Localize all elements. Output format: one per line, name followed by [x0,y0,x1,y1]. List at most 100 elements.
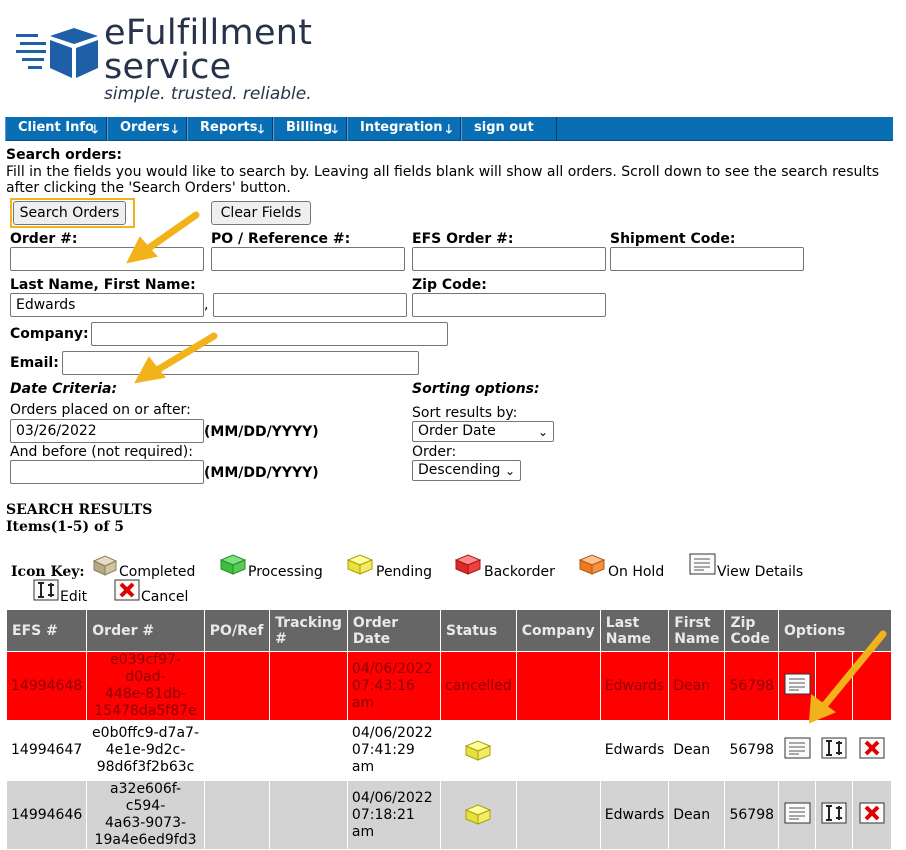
edit-tools-icon[interactable] [821,802,847,824]
efs-order-input[interactable] [412,247,606,271]
col-last-name[interactable]: Last Name [599,609,670,652]
view-details-cell [778,720,817,781]
pending-box-icon [346,554,374,575]
col-po-ref[interactable]: PO/Ref [203,609,271,652]
nav-billing[interactable]: Billing 🡓 [273,117,347,141]
col-zip[interactable]: Zip Code [724,609,780,652]
nav-integration[interactable]: Integration 🡓 [347,117,461,141]
icon-key-pending: Pending [376,564,432,580]
pending-box-icon [465,804,492,825]
icon-key-backorder: Backorder [484,564,555,580]
col-order[interactable]: Order # [86,609,205,652]
table-row: 14994646 a32e606f-c594- 4a63-9073- 19a4e… [5,780,893,850]
chevron-down-icon: ⌄ [537,425,548,439]
email-label: Email: [10,355,59,371]
order-direction-value: Descending [418,462,501,478]
efs-order-label: EFS Order #: [412,231,514,247]
order-direction-label: Order: [412,444,457,460]
order-date-line: am [351,823,375,840]
icon-key-title: Icon Key: [11,564,85,580]
nav-orders[interactable]: Orders 🡓 [107,117,187,141]
results-count: Items(1-5) of 5 [6,519,125,535]
view-details-icon[interactable] [784,673,811,695]
icon-key-processing: Processing [248,564,323,580]
search-instructions-line2: after clicking the 'Search Orders' butto… [6,180,291,196]
nav-sign-out[interactable]: sign out [461,117,557,141]
order-date-line: 07:18:21 [351,806,415,823]
cancel-x-icon[interactable] [859,737,885,759]
status-cell [439,720,517,781]
order-number-cell: e039cf97-d0ad- 448e-81db- 15478da5f87e [86,651,205,721]
col-efs[interactable]: EFS # [5,609,88,652]
efs-number-cell: 14994647 [5,720,88,781]
nav-reports[interactable]: Reports 🡓 [187,117,273,141]
first-name-cell: Dean [668,780,726,850]
company-label: Company: [10,326,89,342]
clear-fields-button[interactable]: Clear Fields [211,201,311,225]
order-date-line: am [351,694,375,711]
efs-number-cell: 14994648 [5,651,88,721]
order-number-cell: e0b0ffc9-d7a7- 4e1e-9d2c- 98d6f3f2b63c [86,720,205,781]
tracking-cell [269,651,348,721]
nav-billing-label: Billing [286,120,333,135]
date-before-input[interactable] [10,460,204,484]
search-instructions-line1: Fill in the fields you would like to sea… [6,164,880,180]
sort-by-select[interactable]: Order Date ⌄ [412,421,554,442]
shipment-code-input[interactable] [610,247,804,271]
name-label: Last Name, First Name: [10,277,196,293]
col-company[interactable]: Company [515,609,601,652]
order-number-line: e039cf97-d0ad- [110,652,181,685]
order-number-cell: a32e606f-c594- 4a63-9073- 19a4e6ed9fd3 [86,780,205,850]
col-first-name[interactable]: First Name [668,609,726,652]
order-date-line: 07:43:16 [351,677,415,694]
order-number-line: 4e1e-9d2c- [105,742,186,758]
col-tracking[interactable]: Tracking # [269,609,348,652]
edit-tools-icon[interactable] [821,737,847,759]
col-options: Options [778,609,892,652]
date-before-label: And before (not required): [10,444,193,460]
zip-code-label: Zip Code: [412,277,487,293]
last-name-input[interactable] [10,293,204,317]
annotation-arrow [142,211,200,254]
edit-cell [815,780,853,850]
last-name-cell: Edwards [599,780,670,850]
search-orders-button[interactable]: Search Orders [13,201,126,225]
company-cell [515,651,601,721]
sort-by-value: Order Date [418,423,496,439]
main-nav: Client Info 🡓 Orders 🡓 Reports 🡓 Billing 🡓 I… [5,117,893,141]
brand-line1: eFulfillment [104,13,313,53]
first-name-cell: Dean [668,651,726,721]
date-after-label: Orders placed on or after: [10,402,191,418]
po-reference-input[interactable] [211,247,405,271]
tracking-cell [269,720,348,781]
po-reference-label: PO / Reference #: [211,231,351,247]
first-name-input[interactable] [213,293,407,317]
po-ref-cell [203,720,271,781]
icon-key-view-details: View Details [717,564,804,580]
view-details-icon[interactable] [784,737,811,759]
on-hold-box-icon [578,554,606,575]
order-date-line: 04/06/2022 [351,660,433,677]
backorder-box-icon [454,554,482,575]
nav-client-info[interactable]: Client Info 🡓 [5,117,107,141]
nav-sign-out-label: sign out [474,120,534,135]
cancel-cell [851,720,893,781]
date-criteria-heading: Date Criteria: [10,381,118,397]
date-before-format-hint: (MM/DD/YYYY) [204,465,319,481]
order-number-input[interactable] [10,247,204,271]
col-order-date[interactable]: Order Date [346,609,441,652]
email-input[interactable] [62,351,419,375]
options-empty-cell [851,651,893,721]
cancel-x-icon[interactable] [859,802,885,824]
company-input[interactable] [91,322,448,346]
view-details-icon[interactable] [784,802,811,824]
col-status[interactable]: Status [439,609,517,652]
zip-code-input[interactable] [412,293,606,317]
search-heading: Search orders: [6,147,122,163]
completed-box-icon [92,555,118,576]
view-details-cell [778,651,817,721]
order-direction-select[interactable]: Descending ⌄ [412,460,521,481]
icon-key-edit: Edit [60,589,88,605]
order-number-line: a32e606f-c594- [110,781,181,814]
date-after-input[interactable] [10,419,204,443]
